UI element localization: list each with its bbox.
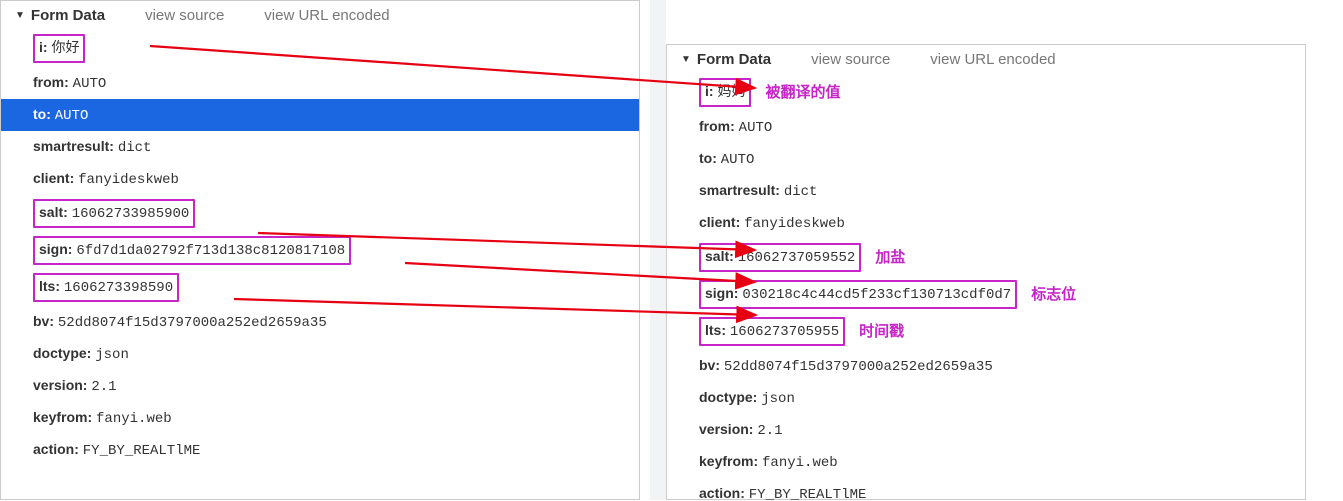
row-key: bv: (699, 357, 724, 373)
row-value: 1606273398590 (64, 280, 173, 296)
form-data-row-client[interactable]: client: fanyideskweb (667, 207, 1305, 239)
row-key: i: (705, 83, 717, 99)
row-key: sign: (39, 241, 76, 257)
row-key: lts: (705, 322, 730, 338)
row-value: 030218c4c44cd5f233cf130713cdf0d7 (742, 287, 1011, 303)
form-data-row-keyfrom[interactable]: keyfrom: fanyi.web (667, 446, 1305, 478)
row-key: keyfrom: (33, 409, 96, 425)
row-key: bv: (33, 313, 58, 329)
form-data-row-lts[interactable]: lts: 1606273705955 时间戳 (667, 313, 1305, 350)
panel-header-right: ▼ Form Data view source view URL encoded (667, 45, 1305, 74)
row-key: sign: (705, 285, 742, 301)
header-title: Form Data (31, 7, 105, 24)
form-data-row-i[interactable]: i: 妈妈 被翻译的值 (667, 74, 1305, 111)
row-key: to: (699, 150, 721, 166)
form-data-row-version[interactable]: version: 2.1 (667, 414, 1305, 446)
row-value: fanyideskweb (744, 216, 845, 232)
row-value: 16062733985900 (72, 206, 190, 222)
form-data-row-from[interactable]: from: AUTO (667, 111, 1305, 143)
form-data-row-to[interactable]: to: AUTO (667, 143, 1305, 175)
form-data-row-lts[interactable]: lts: 1606273398590 (1, 269, 639, 306)
row-key: salt: (705, 248, 738, 264)
form-data-row-salt[interactable]: salt: 16062737059552 加盐 (667, 239, 1305, 276)
view-source-link[interactable]: view source (145, 7, 224, 24)
row-key: smartresult: (699, 182, 784, 198)
annotation-label: 加盐 (875, 247, 905, 269)
row-key: version: (699, 421, 757, 437)
panel-header-left: ▼ Form Data view source view URL encoded (1, 1, 639, 30)
row-value: 妈妈 (717, 85, 745, 101)
form-data-row-bv[interactable]: bv: 52dd8074f15d3797000a252ed2659a35 (1, 306, 639, 338)
row-value: fanyideskweb (78, 172, 179, 188)
form-data-rows-right: i: 妈妈被翻译的值from: AUTOto: AUTOsmartresult:… (667, 74, 1305, 501)
row-value: AUTO (55, 108, 89, 124)
form-data-row-doctype[interactable]: doctype: json (1, 338, 639, 370)
form-data-row-action[interactable]: action: FY_BY_REALTlME (1, 434, 639, 466)
row-key: i: (39, 39, 51, 55)
row-key: action: (699, 485, 749, 501)
row-value: json (761, 391, 795, 407)
row-value: FY_BY_REALTlME (749, 487, 867, 501)
row-value: 6fd7d1da02792f713d138c8120817108 (76, 243, 345, 259)
row-value: 2.1 (91, 379, 116, 395)
annotation-label: 时间戳 (859, 321, 904, 343)
form-data-row-i[interactable]: i: 你好 (1, 30, 639, 67)
row-key: from: (33, 74, 73, 90)
row-key: salt: (39, 204, 72, 220)
form-data-row-from[interactable]: from: AUTO (1, 67, 639, 99)
annotation-label: 被翻译的值 (765, 82, 840, 104)
form-data-row-salt[interactable]: salt: 16062733985900 (1, 195, 639, 232)
disclose-icon[interactable]: ▼ (15, 10, 25, 21)
row-value: AUTO (739, 120, 773, 136)
row-key: from: (699, 118, 739, 134)
panel-divider (650, 0, 666, 500)
form-data-row-sign[interactable]: sign: 6fd7d1da02792f713d138c8120817108 (1, 232, 639, 269)
view-url-encoded-link[interactable]: view URL encoded (930, 51, 1055, 68)
form-data-row-keyfrom[interactable]: keyfrom: fanyi.web (1, 402, 639, 434)
form-data-row-sign[interactable]: sign: 030218c4c44cd5f233cf130713cdf0d7 标志… (667, 276, 1305, 313)
form-data-rows-left: i: 你好from: AUTOto: AUTOsmartresult: dict… (1, 30, 639, 470)
row-key: client: (33, 170, 78, 186)
row-value: dict (784, 184, 818, 200)
row-key: to: (33, 106, 55, 122)
form-data-row-bv[interactable]: bv: 52dd8074f15d3797000a252ed2659a35 (667, 350, 1305, 382)
row-key: lts: (39, 278, 64, 294)
header-title: Form Data (697, 51, 771, 68)
row-value: json (95, 347, 129, 363)
annotation-label: 标志位 (1031, 284, 1076, 306)
view-source-link[interactable]: view source (811, 51, 890, 68)
row-value: fanyi.web (96, 411, 172, 427)
row-value: 52dd8074f15d3797000a252ed2659a35 (58, 315, 327, 331)
row-key: doctype: (33, 345, 95, 361)
form-data-row-smart[interactable]: smartresult: dict (667, 175, 1305, 207)
row-key: client: (699, 214, 744, 230)
row-value: dict (118, 140, 152, 156)
row-key: keyfrom: (699, 453, 762, 469)
form-data-row-to[interactable]: to: AUTO (1, 99, 639, 131)
row-value: AUTO (721, 152, 755, 168)
row-value: 你好 (51, 41, 79, 57)
form-data-row-client[interactable]: client: fanyideskweb (1, 163, 639, 195)
form-data-row-smart[interactable]: smartresult: dict (1, 131, 639, 163)
row-key: version: (33, 377, 91, 393)
row-value: 52dd8074f15d3797000a252ed2659a35 (724, 359, 993, 375)
form-data-panel-left: ▼ Form Data view source view URL encoded… (0, 0, 640, 500)
form-data-row-action[interactable]: action: FY_BY_REALTlME (667, 478, 1305, 501)
row-value: fanyi.web (762, 455, 838, 471)
form-data-row-version[interactable]: version: 2.1 (1, 370, 639, 402)
row-value: FY_BY_REALTlME (83, 443, 201, 459)
row-value: 1606273705955 (730, 324, 839, 340)
row-key: action: (33, 441, 83, 457)
row-value: AUTO (73, 76, 107, 92)
row-value: 2.1 (757, 423, 782, 439)
row-key: doctype: (699, 389, 761, 405)
form-data-row-doctype[interactable]: doctype: json (667, 382, 1305, 414)
row-value: 16062737059552 (738, 250, 856, 266)
view-url-encoded-link[interactable]: view URL encoded (264, 7, 389, 24)
row-key: smartresult: (33, 138, 118, 154)
form-data-panel-right: ▼ Form Data view source view URL encoded… (666, 44, 1306, 500)
disclose-icon[interactable]: ▼ (681, 54, 691, 65)
